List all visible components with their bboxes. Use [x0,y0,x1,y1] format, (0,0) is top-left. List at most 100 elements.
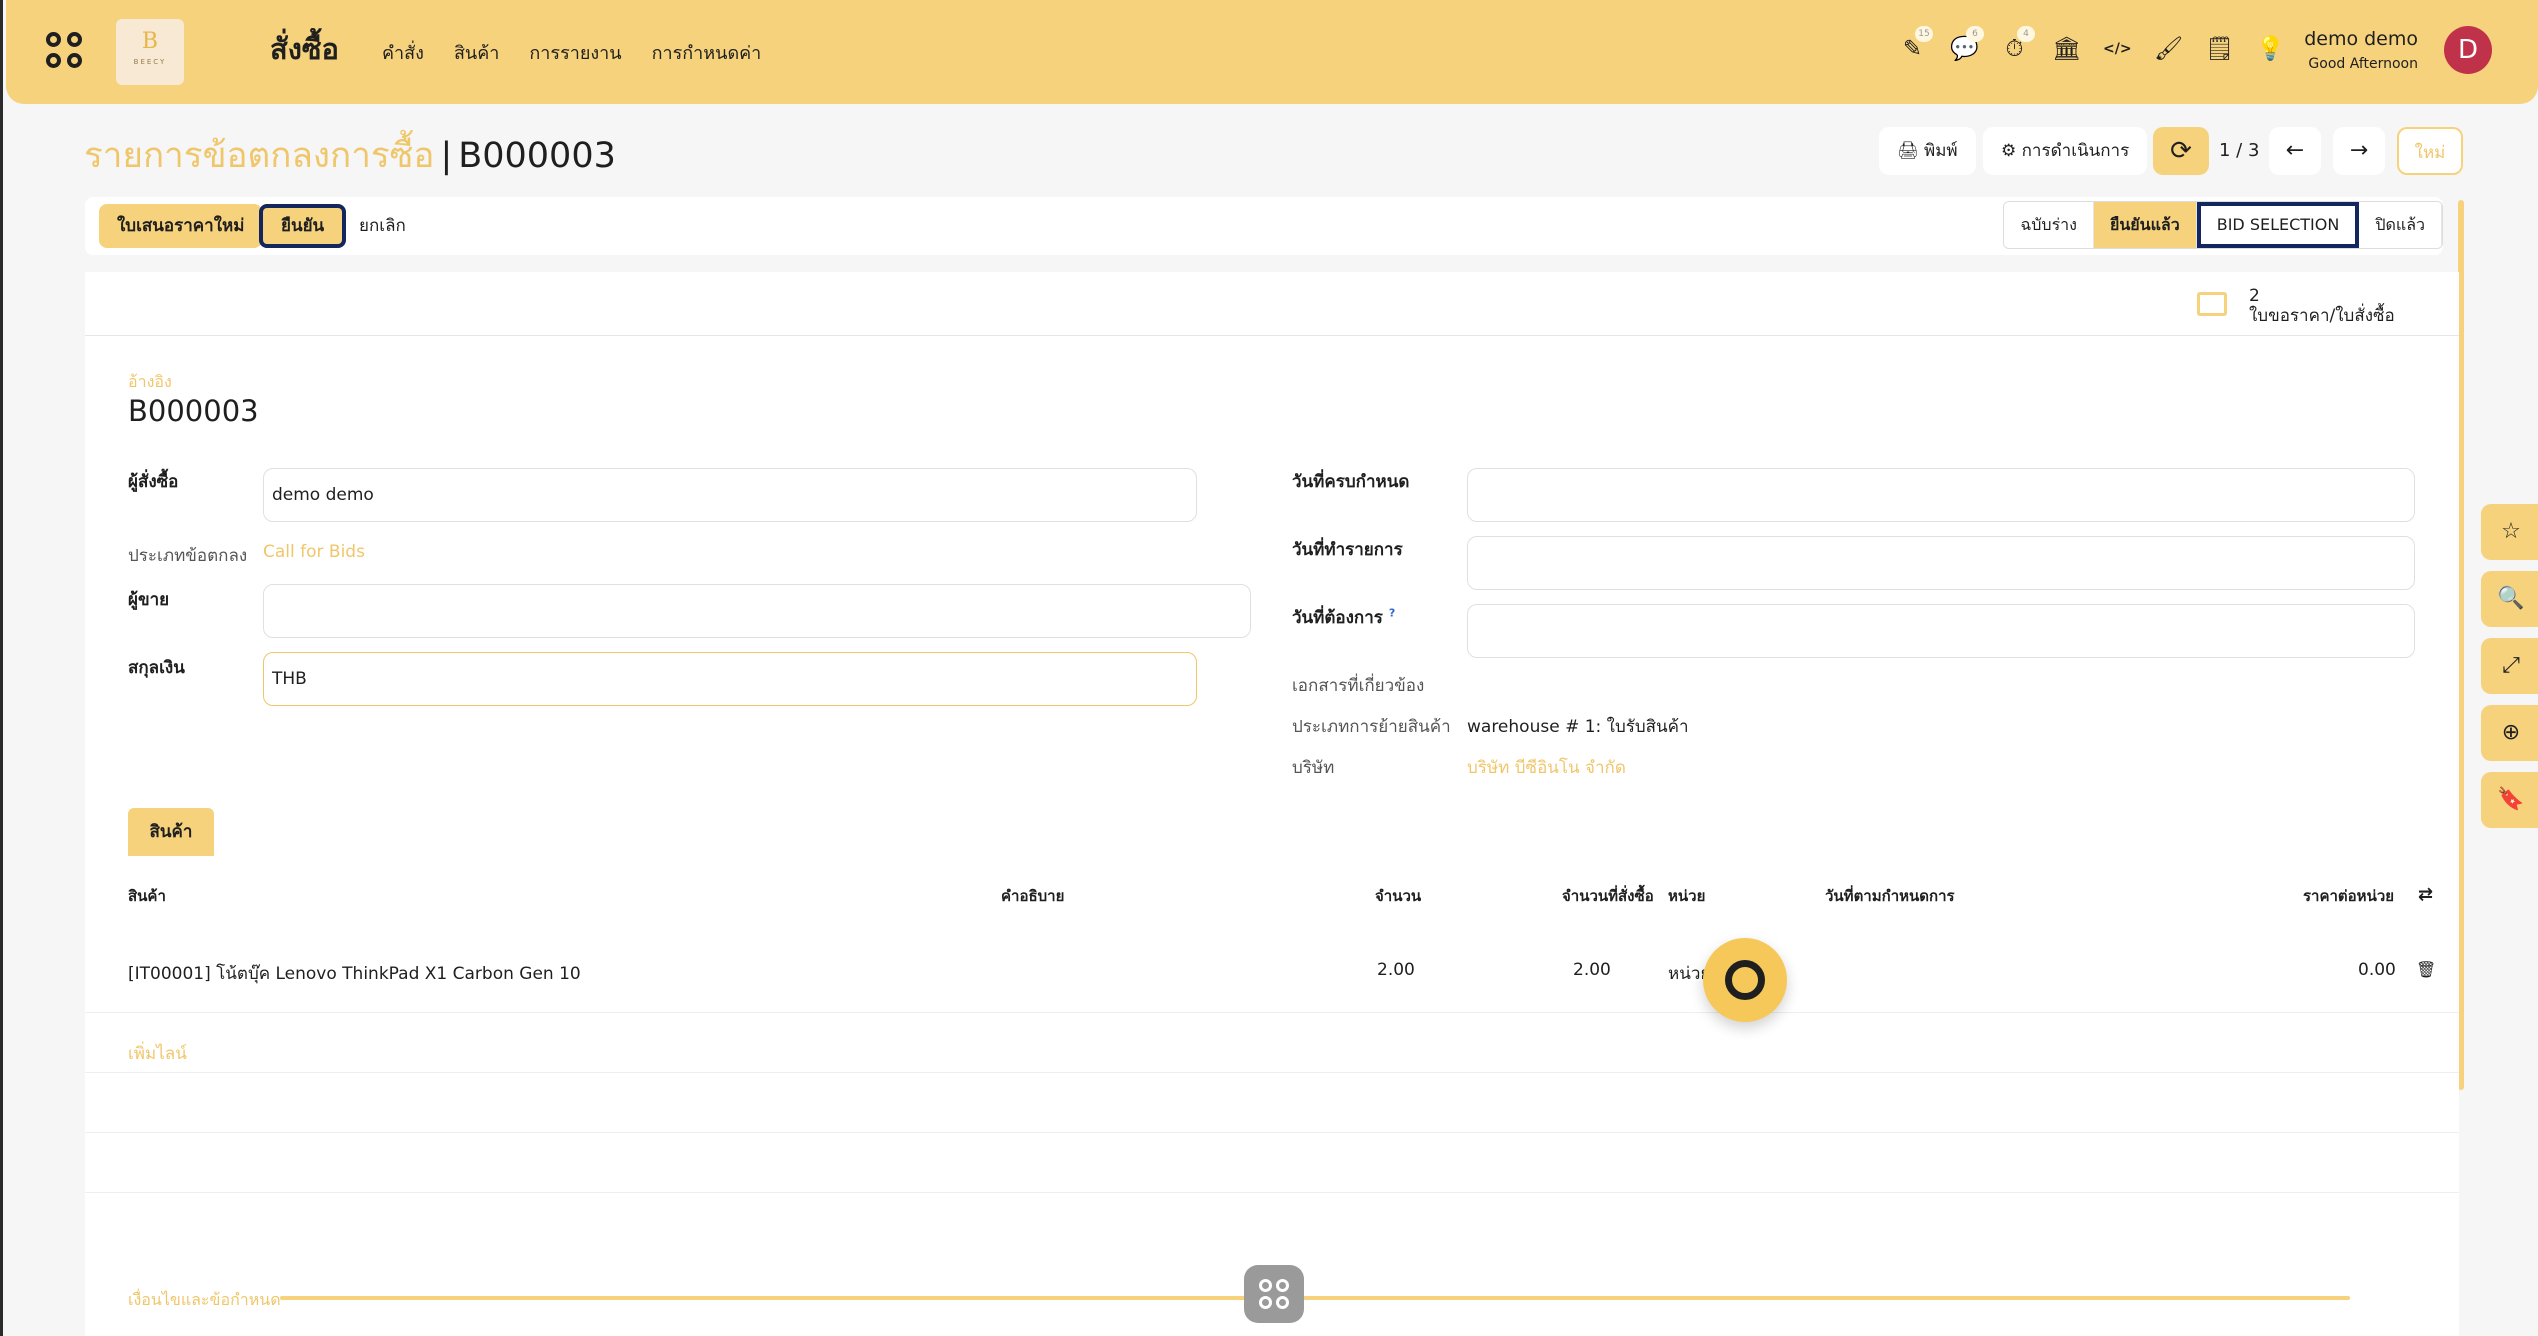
column-settings-icon[interactable]: ⇄ [2418,884,2433,905]
next-record-button[interactable]: → [2333,127,2385,175]
menu-orders[interactable]: คำสั่ง [382,38,424,67]
bookmark-icon[interactable]: 🔖 [2481,772,2538,828]
app-frame: B BEECY สั่งซื้อ คำสั่ง สินค้า การรายงาน… [0,0,2538,1336]
add-line-link[interactable]: เพิ่มไลน์ [128,1040,187,1067]
agreement-type-label: ประเภทข้อตกลง [128,546,248,566]
menu-products[interactable]: สินค้า [454,38,499,67]
picking-type-value[interactable]: warehouse # 1: ใบรับสินค้า [1467,713,1689,740]
avatar[interactable]: D [2444,26,2492,74]
vendor-field[interactable] [263,584,1251,638]
terms-divider [280,1296,2350,1300]
col-scheduled-date[interactable]: วันที่ตามกำหนดการ [1825,884,1955,908]
col-description[interactable]: คำอธิบาย [1001,884,1064,908]
product-table-header: สินค้า คำอธิบาย จำนวน จำนวนที่สั่งซื้อ ห… [128,884,2433,914]
stage-pipeline: ฉบับร่าง ยืนยันแล้ว BID SELECTION ปิดแล้… [2003,201,2443,249]
company-label: บริษัท [1292,758,1335,778]
breadcrumb-current: B000003 [458,136,616,176]
col-unit-price[interactable]: ราคาต่อหน่วย [2303,884,2394,908]
cancel-button[interactable]: ยกเลิก [341,204,424,248]
bank-icon[interactable]: 🏛 [2052,36,2081,63]
search-icon[interactable]: 🔍 [2481,571,2538,627]
messages-icon[interactable]: 💬 6 [1950,26,1984,63]
trash-icon[interactable]: 🗑 [2416,960,2436,979]
col-uom[interactable]: หน่วย [1668,884,1705,908]
main-menu: คำสั่ง สินค้า การรายงาน การกำหนดค่า [382,38,761,67]
col-product[interactable]: สินค้า [128,884,166,908]
terms-label: เงื่อนไขและข้อกำหนด [128,1290,281,1309]
reference-value: B000003 [128,394,259,428]
agreement-type-link[interactable]: Call for Bids [263,542,365,562]
stage-closed[interactable]: ปิดแล้ว [2359,202,2442,248]
action-button[interactable]: ⚙ การดำเนินการ [1983,127,2148,175]
col-ordered-qty[interactable]: จำนวนที่สั่งซื้อ [1562,884,1654,908]
support-lifebuoy-button[interactable] [1703,938,1787,1022]
apps-menu-icon[interactable] [46,32,86,72]
row-ordered-qty[interactable]: 2.00 [1573,960,1611,980]
stage-bid-selection[interactable]: BID SELECTION [2196,202,2360,248]
activity-badge: 15 [1915,26,1933,42]
star-icon[interactable]: ☆ [2481,504,2538,560]
pager-counter[interactable]: 1 / 3 [2219,140,2259,161]
print-button[interactable]: 🖨 พิมพ์ [1879,127,1976,175]
row-unit-price[interactable]: 0.00 [2358,960,2396,980]
confirm-button[interactable]: ยืนยัน [259,204,347,248]
row-divider [85,1012,2459,1013]
bulb-icon[interactable]: 💡 [2256,36,2285,63]
smart-button-row: 2 ใบขอราคา/ใบสั่งซื้อ [85,272,2459,336]
logo-letter: B [141,29,159,54]
required-date-field[interactable] [1467,604,2415,658]
dock-apps-button[interactable] [1244,1265,1304,1323]
user-menu[interactable]: demo demo Good Afternoon [2304,28,2418,72]
rfq-smart-button[interactable]: 2 ใบขอราคา/ใบสั่งซื้อ [2197,286,2395,326]
user-name: demo demo [2304,28,2418,50]
top-navbar: B BEECY สั่งซื้อ คำสั่ง สินค้า การรายงาน… [6,0,2538,104]
status-bar: ใบเสนอราคาใหม่ ยืนยัน ยกเลิก ฉบับร่าง ยื… [85,197,2443,255]
form-sheet: 2 ใบขอราคา/ใบสั่งซื้อ อ้างอิง B000003 ผู… [85,272,2459,1336]
logo-text: BEECY [133,58,167,66]
row-product[interactable]: [IT00001] โน้ตบุ๊ค Lenovo ThinkPad X1 Ca… [128,960,581,987]
refresh-icon[interactable]: ⟳ [2153,127,2209,175]
source-document-label: เอกสารที่เกี่ยวข้อง [1292,676,1425,696]
col-quantity[interactable]: จำนวน [1375,884,1421,908]
messages-badge: 6 [1966,26,1984,42]
code-icon[interactable]: </> [2103,36,2132,63]
list-icon [2197,292,2227,316]
menu-configuration[interactable]: การกำหนดค่า [652,38,762,67]
row-quantity[interactable]: 2.00 [1377,960,1415,980]
help-tooltip-icon[interactable]: ? [1389,606,1395,619]
app-title[interactable]: สั่งซื้อ [270,26,339,72]
activity-icon[interactable]: ✎ 15 [1899,26,1933,63]
currency-field[interactable]: THB [263,652,1197,706]
company-link[interactable]: บริษัท บีซีอินโน จำกัด [1467,754,1626,781]
previous-record-button[interactable]: ← [2269,127,2321,175]
timer-icon[interactable]: ⏱ 4 [2001,26,2035,63]
lifebuoy-icon [1725,960,1765,1000]
order-date-field[interactable] [1467,536,2415,590]
currency-label: สกุลเงิน [128,658,185,678]
breadcrumb-parent[interactable]: รายการข้อตกลงการซื้อ [84,136,434,176]
stage-confirmed[interactable]: ยืนยันแล้ว [2093,202,2197,248]
reference-label: อ้างอิง [128,372,172,391]
order-date-label: วันที่ทำรายการ [1292,540,1403,560]
company-logo[interactable]: B BEECY [116,19,184,85]
stage-draft[interactable]: ฉบับร่าง [2004,202,2094,248]
row-divider [85,1192,2459,1193]
expand-icon[interactable]: ⤢ [2481,638,2538,694]
new-record-button[interactable]: ใหม่ [2397,127,2463,175]
menu-reporting[interactable]: การรายงาน [529,38,621,67]
row-divider [85,1072,2459,1073]
note-icon[interactable]: 🗒 [2205,36,2234,63]
new-quotation-button[interactable]: ใบเสนอราคาใหม่ [99,204,263,248]
zoom-in-icon[interactable]: ⊕ [2481,705,2538,761]
vendor-label: ผู้ขาย [128,590,170,610]
breadcrumb: รายการข้อตกลงการซื้อ | B000003 [84,136,616,176]
deadline-field[interactable] [1467,468,2415,522]
side-toolbar: ☆ 🔍 ⤢ ⊕ 🔖 [2481,504,2538,839]
buyer-field[interactable]: demo demo [263,468,1197,522]
tab-products[interactable]: สินค้า [128,808,214,856]
table-row[interactable]: [IT00001] โน้ตบุ๊ค Lenovo ThinkPad X1 Ca… [128,960,2436,990]
paint-icon[interactable]: 🖌 [2154,36,2183,63]
timer-badge: 4 [2017,26,2035,42]
picking-type-label: ประเภทการย้ายสินค้า [1292,717,1451,737]
row-divider [85,1132,2459,1133]
